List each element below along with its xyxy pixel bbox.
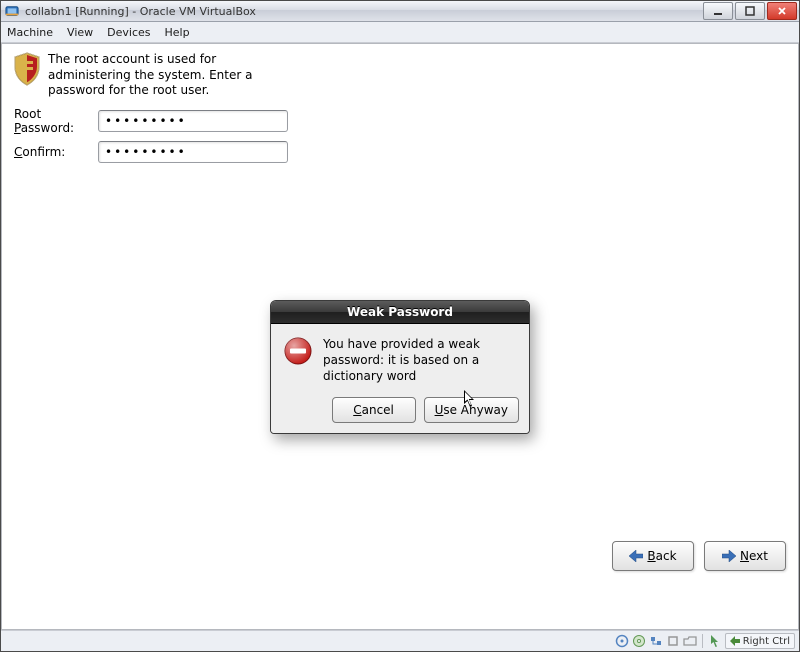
next-button[interactable]: Next	[704, 541, 786, 571]
shared-folders-icon[interactable]	[683, 634, 697, 648]
network-icon[interactable]	[649, 634, 663, 648]
titlebar: collabn1 [Running] - Oracle VM VirtualBo…	[1, 1, 799, 22]
menu-view[interactable]: View	[67, 26, 93, 39]
statusbar: Right Ctrl	[1, 630, 799, 651]
wizard-nav: Back Next	[612, 541, 786, 571]
weak-password-dialog: Weak Password Yo	[270, 300, 530, 434]
virtualbox-window: collabn1 [Running] - Oracle VM VirtualBo…	[0, 0, 800, 652]
error-icon	[283, 336, 313, 366]
root-password-input[interactable]	[98, 110, 288, 132]
mouse-integration-icon[interactable]	[708, 634, 722, 648]
guest-viewport: The root account is used for administeri…	[1, 43, 799, 630]
menu-help[interactable]: Help	[165, 26, 190, 39]
menu-devices[interactable]: Devices	[107, 26, 150, 39]
window-controls	[701, 2, 797, 20]
root-password-label: Root Password:	[14, 107, 98, 135]
back-button[interactable]: Back	[612, 541, 694, 571]
menu-machine[interactable]: Machine	[7, 26, 53, 39]
root-shield-icon	[12, 52, 42, 86]
usb-icon[interactable]	[666, 634, 680, 648]
menubar: Machine View Devices Help	[1, 22, 799, 43]
host-key-label: Right Ctrl	[743, 636, 790, 647]
confirm-password-input[interactable]	[98, 141, 288, 163]
dialog-title: Weak Password	[271, 301, 529, 324]
page-header-text: The root account is used for administeri…	[48, 52, 288, 99]
cancel-button[interactable]: Cancel	[332, 397, 416, 423]
optical-disk-icon[interactable]	[632, 634, 646, 648]
minimize-button[interactable]	[703, 2, 733, 20]
window-title: collabn1 [Running] - Oracle VM VirtualBo…	[25, 5, 701, 18]
use-anyway-button[interactable]: Use Anyway	[424, 397, 519, 423]
host-key-indicator[interactable]: Right Ctrl	[725, 633, 795, 649]
virtualbox-icon	[5, 4, 19, 18]
maximize-button[interactable]	[735, 2, 765, 20]
confirm-password-label: Confirm:	[14, 145, 98, 159]
hard-disk-icon[interactable]	[615, 634, 629, 648]
close-button[interactable]	[767, 2, 797, 20]
page-header: The root account is used for administeri…	[6, 48, 794, 105]
password-form: Root Password: Confirm:	[6, 105, 794, 171]
dialog-message: You have provided a weak password: it is…	[323, 336, 517, 385]
